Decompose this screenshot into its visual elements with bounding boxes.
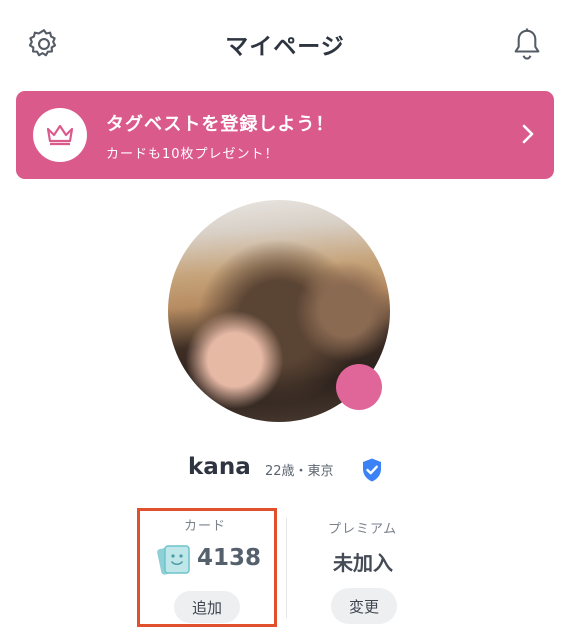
user-age-location: 22歳・東京: [265, 464, 334, 479]
promo-banner[interactable]: タグベストを登録しよう！ カードも10枚プレゼント！: [16, 91, 554, 179]
notifications-button[interactable]: [505, 22, 549, 66]
card-count: 4138: [197, 545, 262, 571]
banner-subtitle: カードも10枚プレゼント！: [106, 147, 279, 162]
user-name: kana: [188, 454, 251, 480]
add-card-button[interactable]: 追加: [174, 591, 240, 623]
banner-icon-badge: [33, 108, 87, 162]
premium-label: プレミアム: [328, 522, 398, 537]
change-premium-button[interactable]: 変更: [331, 588, 397, 624]
card-label: カード: [184, 519, 227, 534]
verified-shield-icon: [360, 457, 384, 487]
banner-title: タグベストを登録しよう！: [106, 114, 335, 135]
avatar-badge: [336, 364, 382, 410]
card-icon: [156, 543, 192, 581]
profile-info: kana 22歳・東京: [0, 452, 570, 488]
crown-icon: [46, 124, 74, 146]
chevron-right-icon: [522, 124, 534, 148]
stats-divider: [286, 518, 287, 618]
header: マイページ: [0, 0, 570, 88]
premium-status: 未加入: [333, 551, 393, 575]
bell-icon: [514, 28, 540, 60]
page-title: マイページ: [225, 34, 345, 60]
